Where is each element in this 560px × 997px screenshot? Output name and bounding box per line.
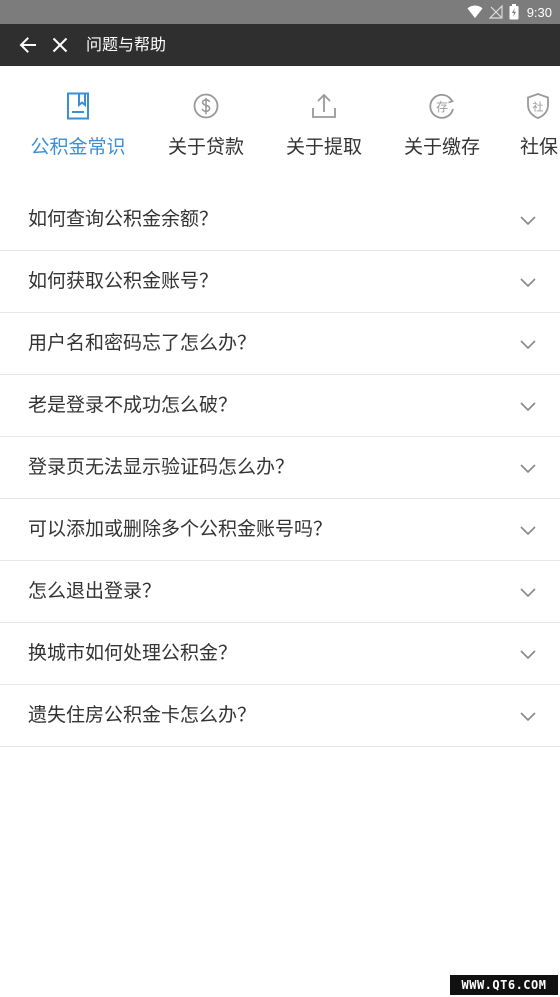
arrow-left-icon (19, 37, 36, 53)
faq-item[interactable]: 如何查询公积金余额？ (0, 189, 560, 251)
document-icon (67, 92, 89, 120)
faq-question: 遗失住房公积金卡怎么办？ (28, 704, 257, 726)
chevron-down-icon (520, 216, 536, 226)
page-title: 问题与帮助 (86, 35, 167, 54)
close-button[interactable] (48, 33, 72, 57)
faq-item[interactable]: 可以添加或删除多个公积金账号吗？ (0, 499, 560, 561)
tab-withdraw[interactable]: 关于提取 (265, 66, 383, 190)
tab-loan[interactable]: 关于贷款 (147, 66, 265, 190)
app-bar: 问题与帮助 (0, 24, 560, 66)
dollar-circle-icon (193, 93, 219, 119)
shield-icon: 社 (527, 93, 549, 119)
faq-item[interactable]: 老是登录不成功怎么破？ (0, 375, 560, 437)
faq-item[interactable]: 登录页无法显示验证码怎么办？ (0, 437, 560, 499)
chevron-down-icon (520, 464, 536, 474)
wifi-icon (467, 5, 483, 18)
faq-question: 老是登录不成功怎么破？ (28, 394, 238, 416)
faq-list: 如何查询公积金余额？ 如何获取公积金账号？ 用户名和密码忘了怎么办？ 老是登录不… (0, 189, 560, 747)
faq-question: 换城市如何处理公积金？ (28, 642, 238, 664)
svg-text:存: 存 (436, 100, 448, 114)
svg-text:社: 社 (533, 100, 544, 114)
faq-question: 怎么退出登录？ (28, 580, 162, 602)
faq-question: 如何查询公积金余额？ (28, 208, 219, 230)
signal-icon (488, 5, 503, 19)
battery-icon (509, 4, 519, 20)
chevron-down-icon (520, 588, 536, 598)
chevron-down-icon (520, 340, 536, 350)
close-icon (52, 37, 68, 53)
deposit-icon: 存 (429, 94, 455, 119)
status-icons: 9:30 (467, 0, 552, 24)
tab-label: 关于缴存 (403, 136, 480, 158)
faq-item[interactable]: 如何获取公积金账号？ (0, 251, 560, 313)
faq-question: 可以添加或删除多个公积金账号吗？ (28, 518, 333, 540)
tab-label: 关于提取 (285, 136, 362, 158)
chevron-down-icon (520, 526, 536, 536)
back-button[interactable] (16, 33, 40, 57)
faq-question: 用户名和密码忘了怎么办？ (28, 332, 257, 354)
chevron-down-icon (520, 278, 536, 288)
category-tabs: 公积金常识 关于贷款 关于提取 存 关于缴存 社 社保 (0, 66, 560, 190)
status-time: 9:30 (526, 4, 552, 20)
faq-item[interactable]: 换城市如何处理公积金？ (0, 623, 560, 685)
tab-label: 社保 (520, 136, 559, 158)
chevron-down-icon (520, 650, 536, 660)
faq-item[interactable]: 用户名和密码忘了怎么办？ (0, 313, 560, 375)
tab-deposit[interactable]: 存 关于缴存 (383, 66, 501, 190)
tab-label: 公积金常识 (30, 136, 126, 158)
faq-item[interactable]: 遗失住房公积金卡怎么办？ (0, 685, 560, 747)
status-bar: 9:30 (0, 0, 560, 24)
tab-gongjijin-basics[interactable]: 公积金常识 (19, 66, 137, 190)
upload-icon (312, 93, 336, 118)
chevron-down-icon (520, 402, 536, 412)
tab-social-security[interactable]: 社 社保 (518, 66, 560, 190)
tab-label: 关于贷款 (167, 136, 244, 158)
faq-item[interactable]: 怎么退出登录？ (0, 561, 560, 623)
watermark: WWW.QT6.COM (450, 975, 558, 995)
faq-question: 登录页无法显示验证码怎么办？ (28, 456, 295, 478)
chevron-down-icon (520, 712, 536, 722)
faq-question: 如何获取公积金账号？ (28, 270, 219, 292)
